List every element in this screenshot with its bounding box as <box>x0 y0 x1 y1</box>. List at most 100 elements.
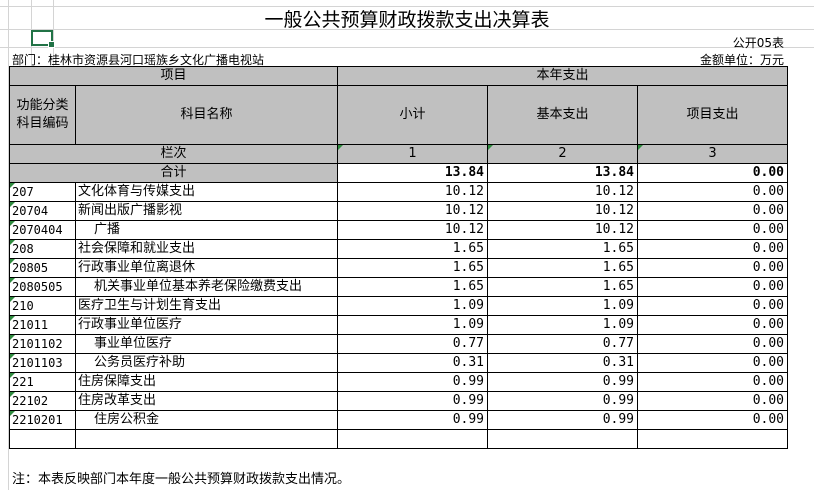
table-row: 22102 住房改革支出 0.99 0.99 0.00 <box>9 391 788 411</box>
row-basic[interactable]: 10.12 <box>487 182 638 202</box>
row-basic[interactable]: 0.99 <box>487 410 638 430</box>
header-function-code[interactable]: 功能分类 科目编码 <box>9 85 76 145</box>
row-project[interactable]: 0.00 <box>637 201 788 221</box>
row-basic[interactable]: 1.09 <box>487 315 638 335</box>
selected-cell-cursor[interactable] <box>31 30 55 48</box>
total-subtotal[interactable]: 13.84 <box>337 163 488 183</box>
row-subtotal[interactable]: 0.77 <box>337 334 488 354</box>
total-basic[interactable]: 13.84 <box>487 163 638 183</box>
row-code[interactable]: 221 <box>9 372 76 392</box>
row-code[interactable]: 20805 <box>9 258 76 278</box>
row-subject-name[interactable]: 行政事业单位医疗 <box>75 315 338 335</box>
table-row: 20805 行政事业单位离退休 1.65 1.65 0.00 <box>9 258 788 278</box>
row-project[interactable]: 0.00 <box>637 410 788 430</box>
row-code[interactable]: 20704 <box>9 201 76 221</box>
table-row: 2101103 公务员医疗补助 0.31 0.31 0.00 <box>9 353 788 373</box>
header-subject-name[interactable]: 科目名称 <box>75 85 338 145</box>
header-current-year[interactable]: 本年支出 <box>337 66 788 86</box>
row-project[interactable]: 0.00 <box>637 391 788 411</box>
row-basic[interactable]: 0.77 <box>487 334 638 354</box>
row-project[interactable]: 0.00 <box>637 239 788 259</box>
row-subtotal[interactable]: 1.65 <box>337 239 488 259</box>
row-basic[interactable]: 10.12 <box>487 220 638 240</box>
row-code[interactable]: 210 <box>9 296 76 316</box>
row-code[interactable]: 22102 <box>9 391 76 411</box>
row-subject-name[interactable]: 医疗卫生与计划生育支出 <box>75 296 338 316</box>
table-row: 210 医疗卫生与计划生育支出 1.09 1.09 0.00 <box>9 296 788 316</box>
header-item[interactable]: 项目 <box>9 66 338 86</box>
row-project[interactable]: 0.00 <box>637 258 788 278</box>
row-code[interactable]: 2210201 <box>9 410 76 430</box>
row-project[interactable]: 0.00 <box>637 315 788 335</box>
table-row: 21011 行政事业单位医疗 1.09 1.09 0.00 <box>9 315 788 335</box>
total-label[interactable]: 合计 <box>9 163 338 183</box>
header-project[interactable]: 项目支出 <box>637 85 788 145</box>
row-code[interactable]: 2101102 <box>9 334 76 354</box>
table-row: 2101102 事业单位医疗 0.77 0.77 0.00 <box>9 334 788 354</box>
row-basic[interactable]: 0.31 <box>487 353 638 373</box>
row-basic[interactable]: 0.99 <box>487 391 638 411</box>
row-subtotal[interactable]: 1.65 <box>337 258 488 278</box>
total-project[interactable]: 0.00 <box>637 163 788 183</box>
row-basic[interactable]: 1.65 <box>487 277 638 297</box>
row-subject-name[interactable]: 住房公积金 <box>75 410 338 430</box>
row-project[interactable]: 0.00 <box>637 353 788 373</box>
row-basic[interactable]: 1.09 <box>487 296 638 316</box>
table-body: 207 文化体育与传媒支出 10.12 10.12 0.00 20704 新闻出版广播影视 1… <box>9 182 788 430</box>
row-code[interactable]: 2070404 <box>9 220 76 240</box>
row-subject-name[interactable]: 广播 <box>75 220 338 240</box>
empty-cell[interactable] <box>637 429 788 449</box>
empty-cell[interactable] <box>337 429 488 449</box>
row-subtotal[interactable]: 10.12 <box>337 201 488 221</box>
row-project[interactable]: 0.00 <box>637 277 788 297</box>
row-project[interactable]: 0.00 <box>637 334 788 354</box>
row-code[interactable]: 2080505 <box>9 277 76 297</box>
row-subject-name[interactable]: 事业单位医疗 <box>75 334 338 354</box>
row-project[interactable]: 0.00 <box>637 372 788 392</box>
row-subject-name[interactable]: 机关事业单位基本养老保险缴费支出 <box>75 277 338 297</box>
row-project[interactable]: 0.00 <box>637 182 788 202</box>
row-code[interactable]: 2101103 <box>9 353 76 373</box>
empty-cell[interactable] <box>75 429 338 449</box>
row-subject-name[interactable]: 行政事业单位离退休 <box>75 258 338 278</box>
row-basic[interactable]: 1.65 <box>487 258 638 278</box>
form-number: 公开05表 <box>732 36 784 50</box>
row-subject-name[interactable]: 公务员医疗补助 <box>75 353 338 373</box>
column-number-3[interactable]: 3 <box>637 144 788 164</box>
row-subject-name[interactable]: 社会保障和就业支出 <box>75 239 338 259</box>
row-basic[interactable]: 0.99 <box>487 372 638 392</box>
row-subtotal[interactable]: 1.09 <box>337 315 488 335</box>
table-row: 2210201 住房公积金 0.99 0.99 0.00 <box>9 410 788 430</box>
row-basic[interactable]: 1.65 <box>487 239 638 259</box>
row-code[interactable]: 21011 <box>9 315 76 335</box>
row-subtotal[interactable]: 10.12 <box>337 182 488 202</box>
row-subtotal[interactable]: 1.65 <box>337 277 488 297</box>
header-subtotal[interactable]: 小计 <box>337 85 488 145</box>
row-basic[interactable]: 10.12 <box>487 201 638 221</box>
row-subject-name[interactable]: 新闻出版广播影视 <box>75 201 338 221</box>
row-subtotal[interactable]: 0.99 <box>337 372 488 392</box>
table-row: 207 文化体育与传媒支出 10.12 10.12 0.00 <box>9 182 788 202</box>
row-subtotal[interactable]: 1.09 <box>337 296 488 316</box>
row-subject-name[interactable]: 住房改革支出 <box>75 391 338 411</box>
row-subtotal[interactable]: 0.99 <box>337 410 488 430</box>
column-number-2[interactable]: 2 <box>487 144 638 164</box>
row-code[interactable]: 208 <box>9 239 76 259</box>
row-subtotal[interactable]: 10.12 <box>337 220 488 240</box>
row-project[interactable]: 0.00 <box>637 220 788 240</box>
table-row: 208 社会保障和就业支出 1.65 1.65 0.00 <box>9 239 788 259</box>
empty-cell[interactable] <box>9 429 76 449</box>
sheet-title: 一般公共预算财政拨款支出决算表 <box>264 9 550 31</box>
row-subject-name[interactable]: 住房保障支出 <box>75 372 338 392</box>
table-row: 221 住房保障支出 0.99 0.99 0.00 <box>9 372 788 392</box>
empty-cell[interactable] <box>487 429 638 449</box>
row-subtotal[interactable]: 0.31 <box>337 353 488 373</box>
column-number-1[interactable]: 1 <box>337 144 488 164</box>
column-order-label[interactable]: 栏次 <box>9 144 338 164</box>
row-subject-name[interactable]: 文化体育与传媒支出 <box>75 182 338 202</box>
row-code[interactable]: 207 <box>9 182 76 202</box>
table-row: 2080505 机关事业单位基本养老保险缴费支出 1.65 1.65 0.00 <box>9 277 788 297</box>
header-basic[interactable]: 基本支出 <box>487 85 638 145</box>
row-subtotal[interactable]: 0.99 <box>337 391 488 411</box>
row-project[interactable]: 0.00 <box>637 296 788 316</box>
